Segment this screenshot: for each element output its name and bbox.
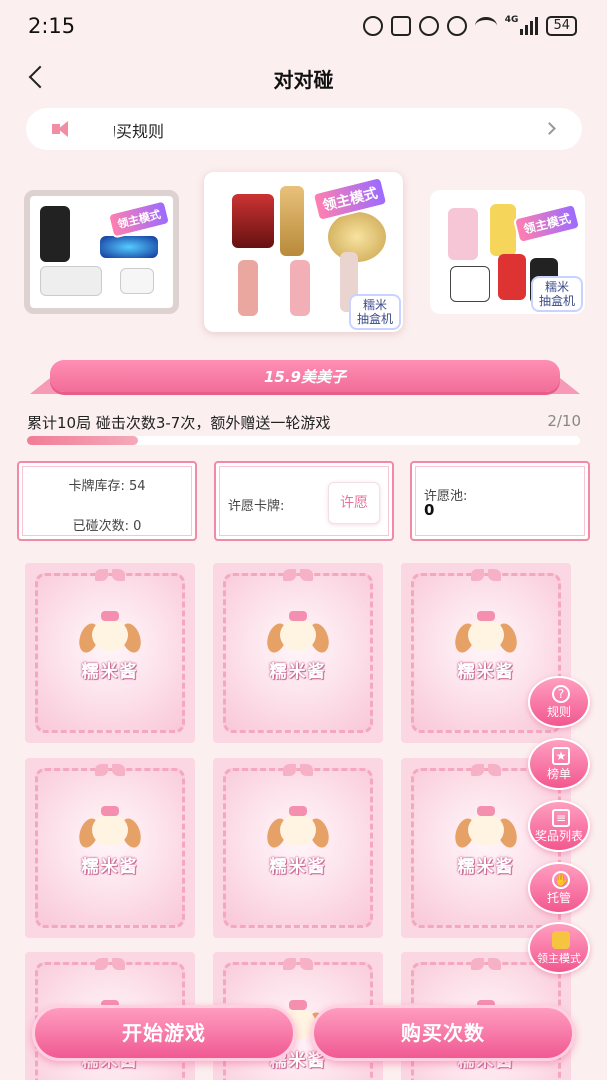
bow-icon xyxy=(95,958,125,972)
wish-button[interactable]: 许愿 xyxy=(328,482,380,524)
lord-mode-fab[interactable]: 领主模式 xyxy=(528,922,590,974)
box-machine-badge: 糯米 抽盒机 xyxy=(532,278,581,310)
ribbon-title: 15.9美美子 xyxy=(263,368,346,386)
status-icons: 4G 54 xyxy=(362,15,577,36)
stock-box: 卡牌库存: 54 已碰次数: 0 xyxy=(17,461,197,541)
battery-icon: 54 xyxy=(546,16,577,36)
progress-bar xyxy=(27,436,580,445)
bow-icon xyxy=(283,958,313,972)
game-card[interactable]: 糯米酱 xyxy=(213,563,383,743)
status-time: 2:15 xyxy=(28,14,76,38)
network-label: 4G xyxy=(504,15,519,25)
signal-icon xyxy=(520,17,539,35)
fab-label: 规则 xyxy=(546,705,571,719)
card-name: 糯米酱 xyxy=(269,662,327,682)
mode-badge: 领主模式 xyxy=(512,202,582,245)
status-bar: 2:15 4G 54 xyxy=(0,0,607,56)
prize-card[interactable]: 领主模式 xyxy=(24,190,179,314)
ranking-fab[interactable]: ★ 榜单 xyxy=(528,738,590,790)
prize-card[interactable]: 领主模式 糯米 抽盒机 xyxy=(204,172,403,332)
auto-play-fab[interactable]: ✋ 托管 xyxy=(528,862,590,914)
header: 对对碰 xyxy=(0,56,607,100)
fab-label: 领主模式 xyxy=(537,952,581,965)
game-card[interactable]: 糯米酱 xyxy=(25,758,195,938)
wish-card-box: 许愿卡牌: 许愿 xyxy=(214,461,394,541)
prize-carousel[interactable]: 领主模式 领主模式 糯米 抽盒机 领主模式 糯米 抽盒机 xyxy=(0,172,607,334)
buy-times-button[interactable]: 购买次数 xyxy=(311,1005,575,1061)
mascot-icon xyxy=(451,611,521,659)
projector-image xyxy=(40,266,102,296)
price-ribbon: 15.9美美子 xyxy=(30,360,580,396)
start-game-button[interactable]: 开始游戏 xyxy=(32,1005,296,1061)
fab-label: 奖品列表 xyxy=(534,829,583,843)
rules-fab[interactable]: ? 规则 xyxy=(528,676,590,728)
mascot-icon xyxy=(263,806,333,854)
notice-text: 购买规则 xyxy=(100,122,165,141)
crown-icon xyxy=(552,931,570,949)
bow-icon xyxy=(95,764,125,778)
game-card[interactable]: 糯米酱 xyxy=(25,563,195,743)
mug-image xyxy=(450,266,490,302)
earbuds-image xyxy=(120,268,154,294)
wish-card-label: 许愿卡牌: xyxy=(228,499,285,514)
duck-figure-image xyxy=(490,204,516,256)
gimbal-image xyxy=(40,206,70,262)
fab-label: 榜单 xyxy=(546,767,571,781)
progress-count: 2/10 xyxy=(547,412,581,430)
card-name: 糯米酱 xyxy=(81,857,139,877)
touched-count: 已碰次数: 0 xyxy=(72,519,142,534)
fab-label: 托管 xyxy=(546,891,571,905)
card-name: 糯米酱 xyxy=(81,662,139,682)
bow-icon xyxy=(95,569,125,583)
mode-badge: 领主模式 xyxy=(106,199,172,239)
megaphone-icon xyxy=(52,121,74,137)
eye-icon xyxy=(362,16,383,36)
alarm-icon xyxy=(418,16,439,36)
game-card[interactable]: 糯米酱 xyxy=(213,758,383,938)
mascot-icon xyxy=(75,806,145,854)
lipstick-image xyxy=(238,260,258,316)
lipgloss-image xyxy=(290,260,310,316)
progress-description: 累计10局 碰击次数3-7次，额外赠送一轮游戏 xyxy=(27,414,331,432)
bow-icon xyxy=(471,569,501,583)
mouse-figure-image xyxy=(498,254,526,300)
prize-card[interactable]: 领主模式 糯米 抽盒机 xyxy=(430,190,585,314)
wish-pool-value: 0 xyxy=(424,501,435,519)
chevron-right-icon xyxy=(543,122,556,135)
page-title: 对对碰 xyxy=(273,68,334,92)
ranking-icon: ★ xyxy=(552,747,570,765)
perfume-image xyxy=(232,194,274,248)
box-machine-badge: 糯米 抽盒机 xyxy=(350,296,399,328)
bow-icon xyxy=(283,569,313,583)
prize-list-fab[interactable]: ≡ 奖品列表 xyxy=(528,800,590,852)
bow-icon xyxy=(471,764,501,778)
mascot-icon xyxy=(451,806,521,854)
wifi-icon xyxy=(474,17,497,35)
mute-icon xyxy=(446,16,467,36)
handshake-icon: ✋ xyxy=(552,871,570,889)
card-name: 糯米酱 xyxy=(269,857,327,877)
foundation-image xyxy=(280,186,304,256)
question-icon: ? xyxy=(552,685,570,703)
mascot-icon xyxy=(263,611,333,659)
progress-fill xyxy=(27,436,138,445)
list-icon: ≡ xyxy=(552,809,570,827)
wish-pool-box: 许愿池: 0 xyxy=(410,461,590,541)
bow-icon xyxy=(471,958,501,972)
mascot-icon xyxy=(75,611,145,659)
figure-image xyxy=(448,208,478,260)
device-image xyxy=(100,236,158,258)
purchase-rules-notice[interactable]: 购买规则 xyxy=(26,108,582,150)
bow-icon xyxy=(283,764,313,778)
card-stock: 卡牌库存: 54 xyxy=(68,479,146,494)
nfc-icon xyxy=(390,16,411,36)
